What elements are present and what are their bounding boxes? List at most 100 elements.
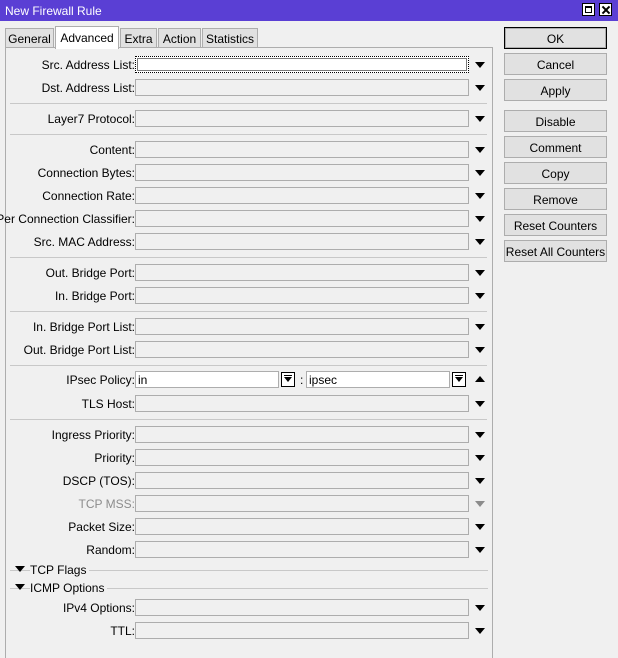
per-connection-classifier-dropdown-icon[interactable] bbox=[475, 216, 485, 222]
layer7-protocol-input[interactable] bbox=[135, 110, 469, 127]
layer7-protocol-dropdown-icon[interactable] bbox=[475, 116, 485, 122]
ipsec-policy-select[interactable]: ipsec bbox=[306, 371, 450, 388]
window-title: New Firewall Rule bbox=[5, 4, 102, 18]
dscp-label: DSCP (TOS): bbox=[62, 474, 135, 488]
dst-address-list-dropdown-icon[interactable] bbox=[475, 85, 485, 91]
row-src-address-list: Src. Address List: bbox=[6, 55, 494, 75]
packet-size-input[interactable] bbox=[135, 518, 469, 535]
ok-button[interactable]: OK bbox=[504, 27, 607, 49]
remove-button[interactable]: Remove bbox=[504, 188, 607, 210]
apply-button[interactable]: Apply bbox=[504, 79, 607, 101]
tcp-mss-dropdown-icon bbox=[475, 501, 485, 507]
cancel-button[interactable]: Cancel bbox=[504, 53, 607, 75]
ipv4-options-input[interactable] bbox=[135, 599, 469, 616]
row-packet-size: Packet Size: bbox=[6, 517, 494, 537]
random-input[interactable] bbox=[135, 541, 469, 558]
separator bbox=[10, 103, 487, 104]
dscp-input[interactable] bbox=[135, 472, 469, 489]
maximize-icon[interactable] bbox=[582, 3, 595, 16]
src-address-list-input[interactable] bbox=[135, 56, 469, 73]
ingress-priority-label: Ingress Priority: bbox=[51, 428, 135, 442]
in-bridge-port-dropdown-icon[interactable] bbox=[475, 293, 485, 299]
ttl-input[interactable] bbox=[135, 622, 469, 639]
separator bbox=[10, 257, 487, 258]
out-bridge-port-dropdown-icon[interactable] bbox=[475, 270, 485, 276]
src-mac-address-dropdown-icon[interactable] bbox=[475, 239, 485, 245]
tls-host-dropdown-icon[interactable] bbox=[475, 401, 485, 407]
icmp-options-expand-icon[interactable] bbox=[15, 584, 25, 590]
src-address-list-dropdown-icon[interactable] bbox=[475, 62, 485, 68]
packet-size-label: Packet Size: bbox=[68, 520, 135, 534]
row-ttl: TTL: bbox=[6, 621, 494, 641]
src-mac-address-label: Src. MAC Address: bbox=[33, 235, 135, 249]
ipsec-direction-select[interactable]: in bbox=[135, 371, 279, 388]
tab-statistics[interactable]: Statistics bbox=[202, 28, 258, 48]
tab-action[interactable]: Action bbox=[158, 28, 201, 48]
ipsec-separator: : bbox=[300, 373, 304, 387]
per-connection-classifier-input[interactable] bbox=[135, 210, 469, 227]
tcp-mss-input bbox=[135, 495, 469, 512]
dst-address-list-input[interactable] bbox=[135, 79, 469, 96]
connection-rate-label: Connection Rate: bbox=[42, 189, 135, 203]
row-tcp-mss: TCP MSS: bbox=[6, 494, 494, 514]
reset-all-counters-button[interactable]: Reset All Counters bbox=[504, 240, 607, 262]
comment-button[interactable]: Comment bbox=[504, 136, 607, 158]
ipsec-policy-collapse-icon[interactable] bbox=[475, 376, 485, 382]
tab-extra[interactable]: Extra bbox=[120, 28, 157, 48]
icmp-options-section[interactable]: ICMP Options bbox=[6, 579, 494, 595]
priority-input[interactable] bbox=[135, 449, 469, 466]
row-out-bridge-port: Out. Bridge Port: bbox=[6, 263, 494, 283]
ipsec-policy-dropdown-icon[interactable] bbox=[452, 372, 466, 387]
content-dropdown-icon[interactable] bbox=[475, 147, 485, 153]
tab-advanced[interactable]: Advanced bbox=[55, 26, 119, 49]
in-bridge-port-list-label: In. Bridge Port List: bbox=[32, 320, 135, 334]
ipsec-direction-value: in bbox=[138, 373, 148, 387]
row-in-bridge-port: In. Bridge Port: bbox=[6, 286, 494, 306]
in-bridge-port-list-dropdown-icon[interactable] bbox=[475, 324, 485, 330]
random-label: Random: bbox=[86, 543, 135, 557]
row-in-bridge-port-list: In. Bridge Port List: bbox=[6, 317, 494, 337]
content-input[interactable] bbox=[135, 141, 469, 158]
dscp-dropdown-icon[interactable] bbox=[475, 478, 485, 484]
tab-general[interactable]: General bbox=[5, 28, 54, 48]
row-priority: Priority: bbox=[6, 448, 494, 468]
connection-bytes-input[interactable] bbox=[135, 164, 469, 181]
in-bridge-port-list-input[interactable] bbox=[135, 318, 469, 335]
disable-button[interactable]: Disable bbox=[504, 110, 607, 132]
connection-bytes-dropdown-icon[interactable] bbox=[475, 170, 485, 176]
src-mac-address-input[interactable] bbox=[135, 233, 469, 250]
random-dropdown-icon[interactable] bbox=[475, 547, 485, 553]
ingress-priority-input[interactable] bbox=[135, 426, 469, 443]
connection-rate-dropdown-icon[interactable] bbox=[475, 193, 485, 199]
ttl-dropdown-icon[interactable] bbox=[475, 628, 485, 634]
priority-label: Priority: bbox=[94, 451, 135, 465]
in-bridge-port-label: In. Bridge Port: bbox=[54, 289, 135, 303]
tcp-flags-expand-icon[interactable] bbox=[15, 566, 25, 572]
out-bridge-port-input[interactable] bbox=[135, 264, 469, 281]
connection-rate-input[interactable] bbox=[135, 187, 469, 204]
priority-dropdown-icon[interactable] bbox=[475, 455, 485, 461]
reset-counters-button[interactable]: Reset Counters bbox=[504, 214, 607, 236]
tcp-flags-label: TCP Flags bbox=[30, 563, 90, 577]
in-bridge-port-input[interactable] bbox=[135, 287, 469, 304]
tls-host-input[interactable] bbox=[135, 395, 469, 412]
row-ipsec-policy: IPsec Policy: in : ipsec bbox=[6, 370, 494, 390]
out-bridge-port-list-input[interactable] bbox=[135, 341, 469, 358]
ipsec-policy-value: ipsec bbox=[309, 373, 338, 387]
ipsec-direction-dropdown-icon[interactable] bbox=[281, 372, 295, 387]
advanced-panel: Src. Address List: Dst. Address List: La… bbox=[0, 48, 494, 658]
row-random: Random: bbox=[6, 540, 494, 560]
tcp-flags-section[interactable]: TCP Flags bbox=[6, 561, 494, 577]
row-per-connection-classifier: Per Connection Classifier: bbox=[0, 209, 494, 229]
tcp-mss-label: TCP MSS: bbox=[78, 497, 135, 511]
out-bridge-port-list-dropdown-icon[interactable] bbox=[475, 347, 485, 353]
copy-button[interactable]: Copy bbox=[504, 162, 607, 184]
tls-host-label: TLS Host: bbox=[81, 397, 135, 411]
layer7-protocol-label: Layer7 Protocol: bbox=[47, 112, 135, 126]
packet-size-dropdown-icon[interactable] bbox=[475, 524, 485, 530]
row-out-bridge-port-list: Out. Bridge Port List: bbox=[6, 340, 494, 360]
ingress-priority-dropdown-icon[interactable] bbox=[475, 432, 485, 438]
close-icon[interactable] bbox=[599, 3, 612, 16]
ipv4-options-dropdown-icon[interactable] bbox=[475, 605, 485, 611]
row-dst-address-list: Dst. Address List: bbox=[6, 78, 494, 98]
